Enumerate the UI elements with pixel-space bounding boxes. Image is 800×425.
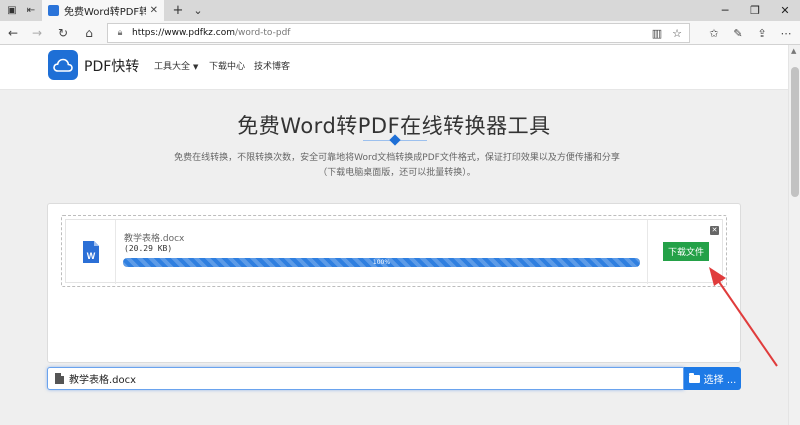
share-icon[interactable]: ⇪ <box>750 21 774 45</box>
favorites-hub-icon[interactable]: ✩ <box>702 21 726 45</box>
cloud-icon <box>53 58 73 72</box>
file-preview-inner: W 教学表格.docx (20.29 KB) 100% ✕ 下载文件 <box>65 219 723 284</box>
file-icon <box>55 373 64 384</box>
lock-icon: 🔒︎ <box>117 28 123 38</box>
scroll-up-icon[interactable]: ▲ <box>791 47 796 55</box>
upload-panel[interactable]: W 教学表格.docx (20.29 KB) 100% ✕ 下载文件 <box>47 203 741 363</box>
remove-file-button[interactable]: ✕ <box>710 226 719 235</box>
pen-icon[interactable]: ✎ <box>726 21 750 45</box>
download-file-button[interactable]: 下载文件 <box>663 242 709 261</box>
refresh-icon[interactable]: ↻ <box>50 21 76 45</box>
url-path: /word-to-pdf <box>235 28 291 38</box>
word-file-icon: W <box>82 241 99 263</box>
close-window-icon[interactable]: ✕ <box>770 0 800 21</box>
file-preview-card: W 教学表格.docx (20.29 KB) 100% ✕ 下载文件 <box>61 215 727 287</box>
tab-close-icon[interactable]: ✕ <box>150 5 158 16</box>
url-host: https://www.pdfkz.com <box>132 28 235 38</box>
browse-button[interactable]: 选择 ... <box>684 367 741 390</box>
page-description: 免费在线转换，不限转换次数，安全可靠地将Word文档转换成PDF文件格式，保证打… <box>174 153 620 178</box>
file-name-input[interactable]: 教学表格.docx <box>47 367 684 390</box>
file-actions: ✕ 下载文件 <box>647 220 721 284</box>
home-icon[interactable]: ⌂ <box>76 21 102 45</box>
caret-down-icon: ▼ <box>193 63 199 71</box>
reading-view-icon[interactable]: ▥ <box>648 24 666 42</box>
brand-name[interactable]: PDF快转 <box>84 56 139 76</box>
cloud-logo-icon[interactable] <box>48 50 78 80</box>
browse-label: 选择 ... <box>703 375 737 386</box>
browser-tab[interactable]: 免费Word转PDF转换器 ✕ <box>42 0 164 21</box>
file-thumbnail: W <box>66 220 116 284</box>
minimize-icon[interactable]: ─ <box>710 0 740 21</box>
url-input[interactable]: 🔒︎ https://www.pdfkz.com /word-to-pdf ▥ … <box>107 23 690 43</box>
file-size: (20.29 KB) <box>124 244 173 253</box>
tab-dropdown-icon[interactable]: ⌄ <box>188 0 208 21</box>
menu-tools[interactable]: 工具大全 ▼ <box>154 59 198 72</box>
menu-tools-label: 工具大全 <box>154 62 191 72</box>
page-scrollbar[interactable]: ▲ <box>788 45 800 425</box>
maximize-icon[interactable]: ❐ <box>740 0 770 21</box>
tab-actions-icon[interactable]: ▣ <box>2 0 22 21</box>
folder-open-icon <box>688 372 700 383</box>
file-name: 教学表格.docx <box>124 234 185 244</box>
tab-favicon <box>48 5 59 16</box>
progress-bar: 100% <box>123 258 640 267</box>
file-input-value: 教学表格.docx <box>69 375 137 386</box>
set-aside-tabs-icon[interactable]: ⇤ <box>21 0 41 21</box>
svg-text:W: W <box>86 251 95 261</box>
address-toolbar: ← → ↻ ⌂ 🔒︎ https://www.pdfkz.com /word-t… <box>0 21 800 45</box>
progress-text: 100% <box>372 259 391 266</box>
new-tab-button[interactable]: + <box>168 0 188 21</box>
tab-title: 免费Word转PDF转换器 <box>64 7 146 18</box>
browser-tab-bar: ▣ ⇤ 免费Word转PDF转换器 ✕ + ⌄ ─ ❐ ✕ <box>0 0 800 21</box>
favorite-star-icon[interactable]: ☆ <box>668 24 686 42</box>
menu-download-center[interactable]: 下载中心 <box>209 59 245 72</box>
more-icon[interactable]: ⋯ <box>774 21 798 45</box>
back-icon[interactable]: ← <box>0 21 26 45</box>
menu-tech-blog[interactable]: 技术博客 <box>254 59 290 72</box>
forward-icon[interactable]: → <box>24 21 50 45</box>
site-header: PDF快转 工具大全 ▼ 下载中心 技术博客 <box>0 45 788 90</box>
scroll-thumb[interactable] <box>791 67 799 197</box>
